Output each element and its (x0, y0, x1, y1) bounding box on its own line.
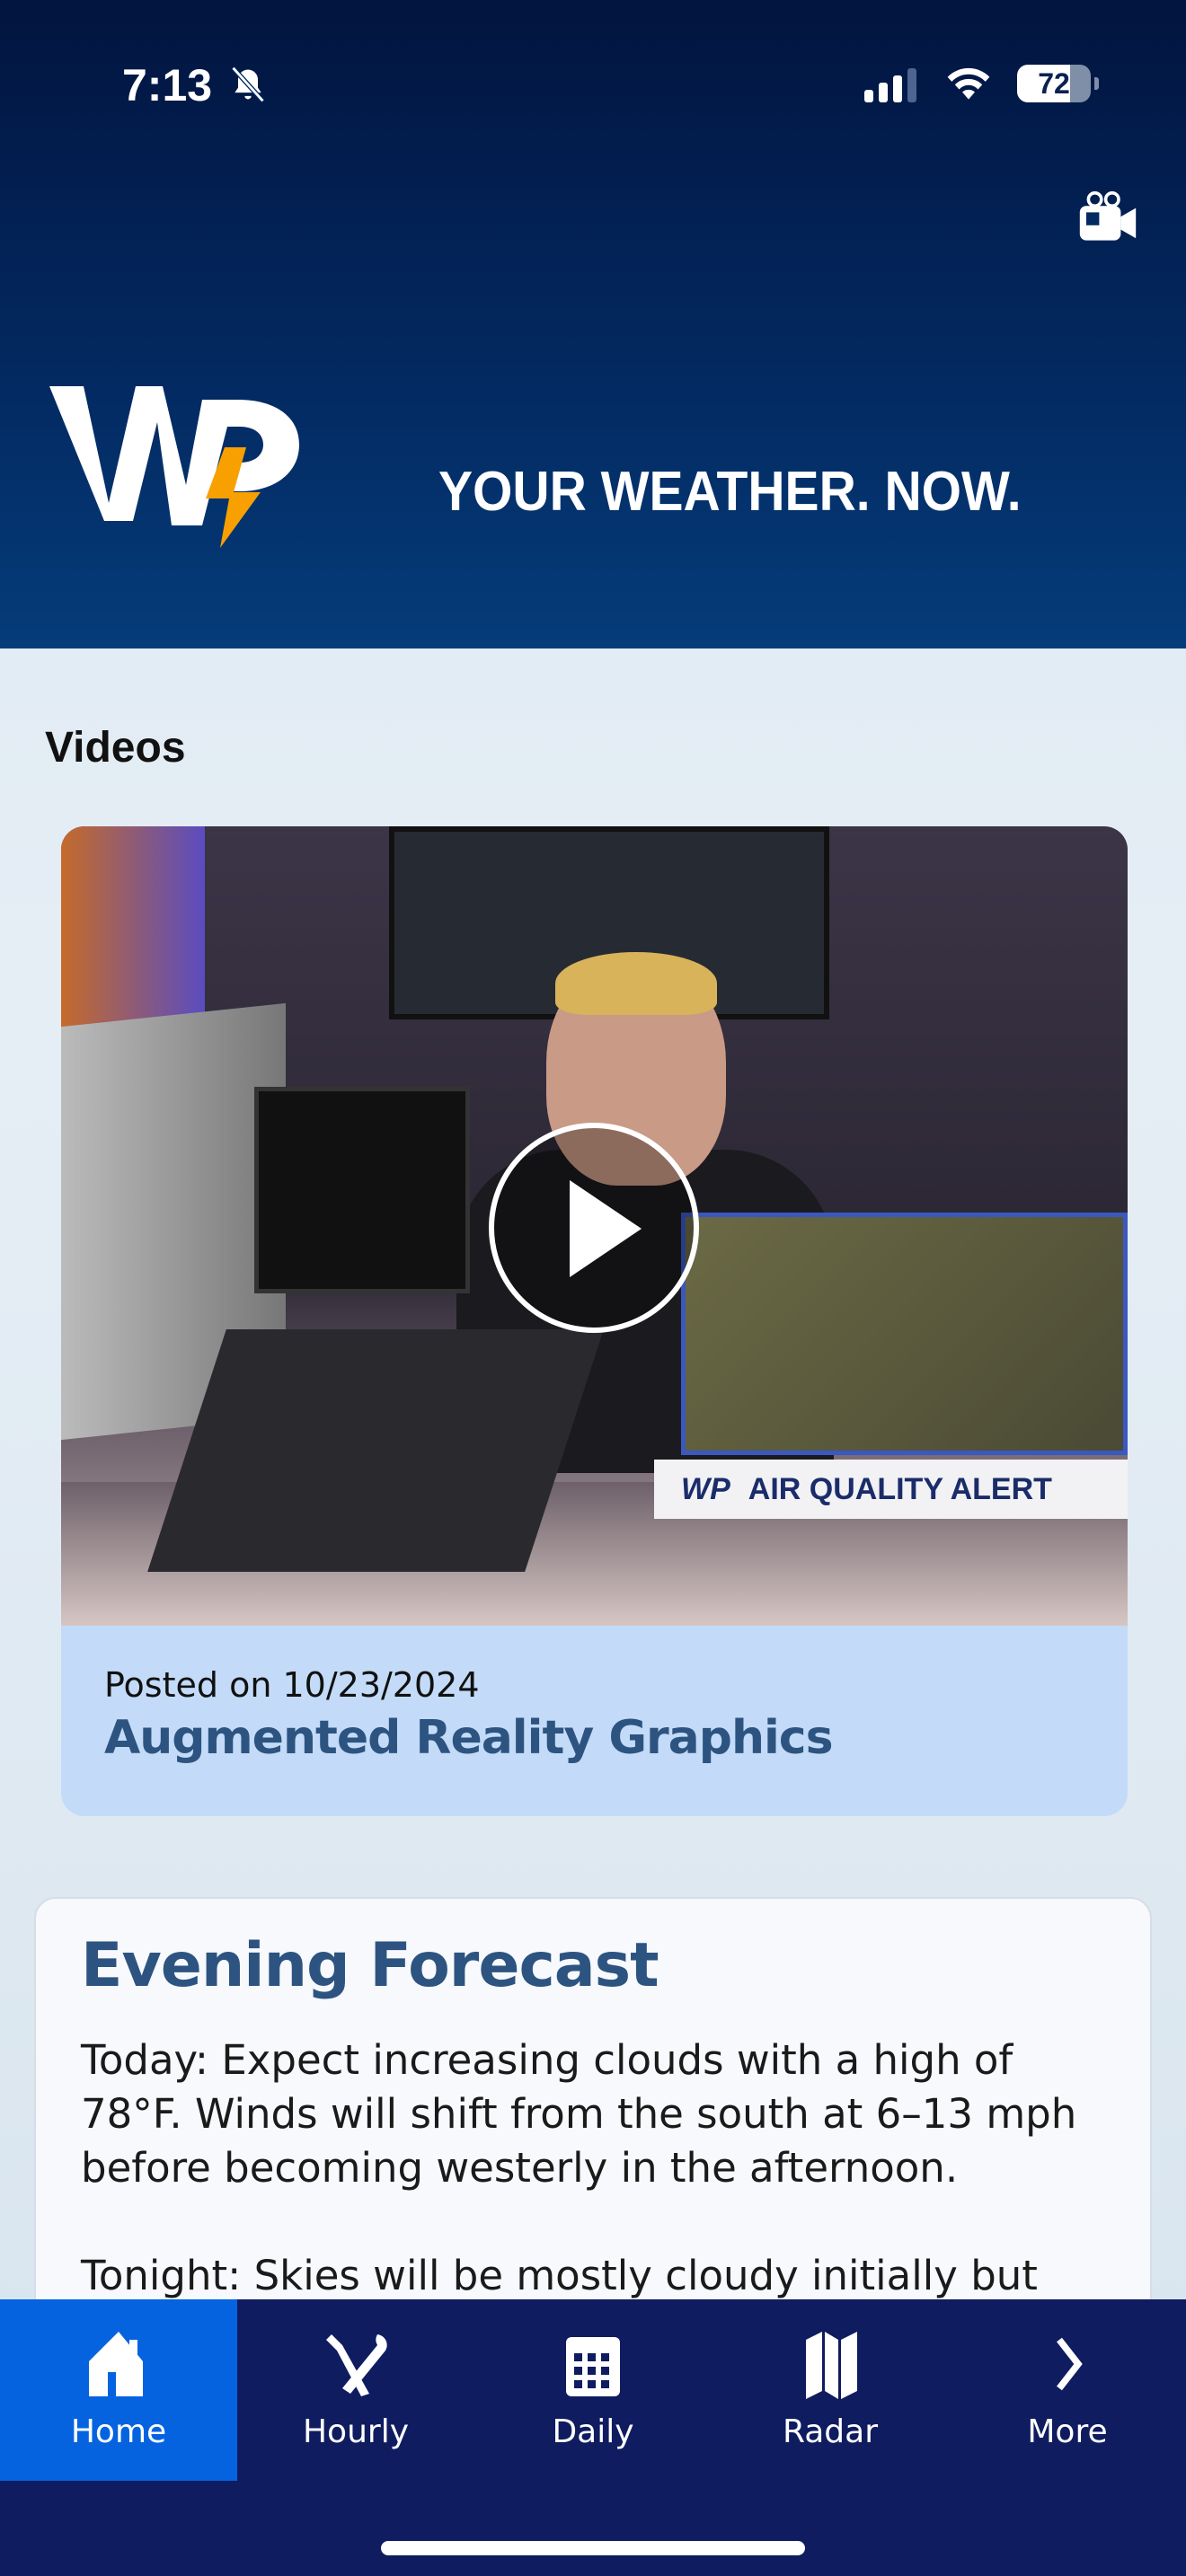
tab-label: More (1027, 2413, 1108, 2450)
video-title[interactable]: Augmented Reality Graphics (104, 1711, 834, 1765)
forecast-today: Today: Expect increasing clouds with a h… (81, 2036, 1077, 2192)
battery-cap (1094, 77, 1099, 90)
video-posted-date: Posted on 10/23/2024 (104, 1665, 480, 1705)
app-header: 7:13 72 YOUR WEATHER. NOW. (0, 0, 1186, 648)
wp-logo (49, 386, 299, 548)
status-time: 7:13 (122, 60, 213, 110)
studio-monitor (254, 1087, 470, 1293)
video-thumbnail[interactable]: WP AIR QUALITY ALERT (61, 826, 1128, 1626)
inset-map (681, 1213, 1128, 1455)
tab-daily[interactable]: Daily (474, 2299, 712, 2481)
wifi-icon (947, 67, 990, 100)
tab-label: Hourly (302, 2413, 410, 2450)
banner-logo: WP (681, 1471, 730, 1506)
tagline: YOUR WEATHER. NOW. (438, 461, 1022, 523)
status-bar: 7:13 72 (0, 54, 1186, 117)
tab-home[interactable]: Home (0, 2299, 237, 2481)
calendar-icon (566, 2337, 620, 2396)
videos-section-title: Videos (45, 724, 186, 772)
play-icon[interactable] (489, 1123, 699, 1333)
tab-label: Daily (552, 2413, 634, 2450)
home-icon (89, 2332, 143, 2396)
tab-hourly[interactable]: Hourly (237, 2299, 474, 2481)
tools-icon (326, 2334, 387, 2396)
presenter-hair (555, 952, 717, 1015)
banner-text: AIR QUALITY ALERT (748, 1471, 1052, 1506)
tab-label: Home (70, 2413, 167, 2450)
tab-more[interactable]: More (949, 2299, 1186, 2481)
tab-bar: Home Hourly Daily Radar More (0, 2299, 1186, 2576)
cellular-signal-icon (864, 66, 916, 102)
forecast-title: Evening Forecast (81, 1930, 659, 2001)
forecast-tonight: Tonight: Skies will be mostly cloudy ini… (81, 2252, 1038, 2299)
tab-radar[interactable]: Radar (712, 2299, 949, 2481)
chevron-right-icon (1057, 2337, 1083, 2391)
home-indicator (381, 2541, 805, 2555)
map-icon (806, 2332, 857, 2399)
battery-icon: 72 (1017, 65, 1091, 102)
tab-label: Radar (783, 2413, 878, 2450)
bell-slash-icon (231, 66, 265, 103)
studio-laptop (147, 1329, 604, 1572)
video-camera-icon[interactable] (1075, 189, 1141, 253)
lower-third-banner: WP AIR QUALITY ALERT (654, 1460, 1128, 1519)
video-card[interactable]: WP AIR QUALITY ALERT Posted on 10/23/202… (61, 826, 1128, 1816)
